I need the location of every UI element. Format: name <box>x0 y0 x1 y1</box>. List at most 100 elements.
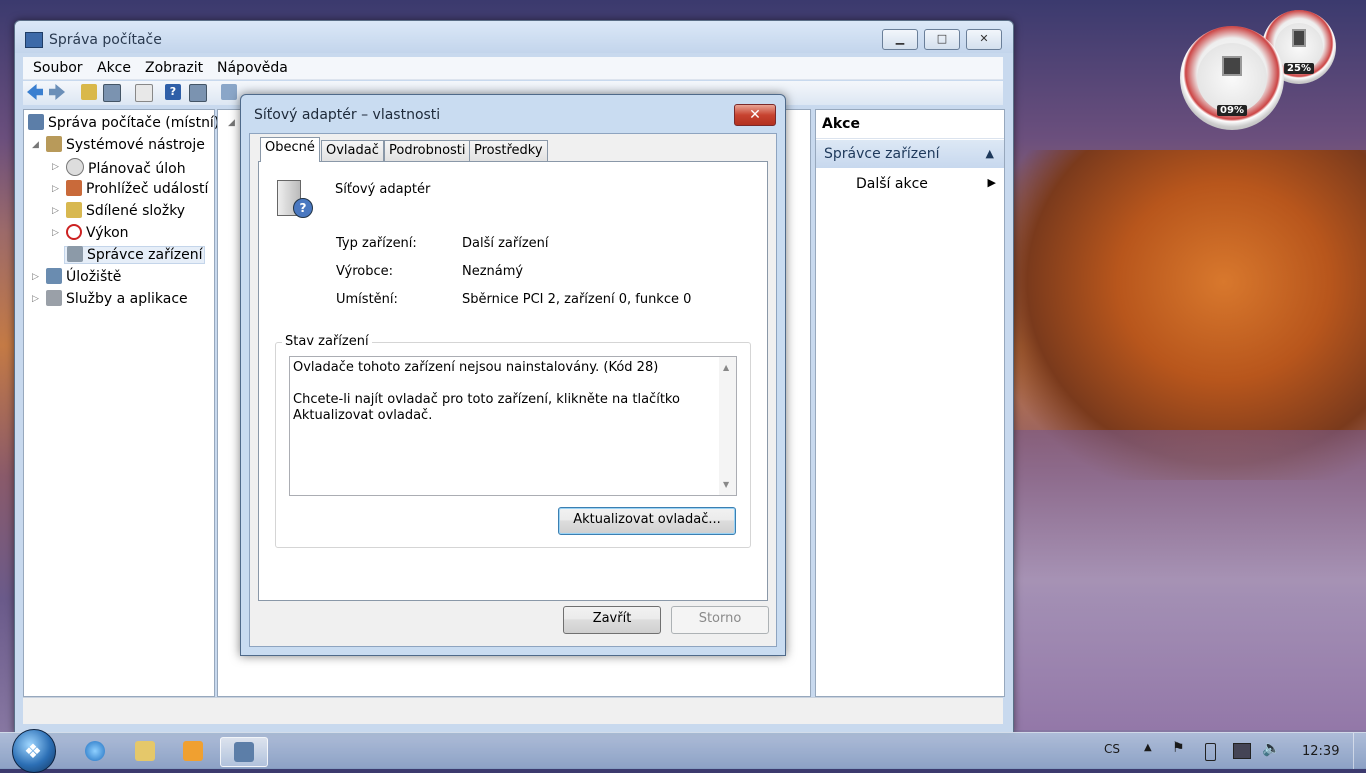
cpu-value: 09% <box>1217 105 1247 116</box>
tree-item-services[interactable]: Služby a aplikace <box>46 290 188 307</box>
actions-header: Akce <box>816 116 1004 139</box>
device-status-textbox[interactable]: Ovladače tohoto zařízení nejsou nainstal… <box>289 356 737 496</box>
more-actions-item[interactable]: Další akce <box>856 176 928 192</box>
tree-item-system-tools[interactable]: Systémové nástroje <box>46 136 205 153</box>
tree-label: Sdílené složky <box>86 203 186 219</box>
taskbar-explorer[interactable] <box>122 737 168 765</box>
tree-label: Výkon <box>86 225 129 241</box>
collapsed-arrow-icon[interactable]: ▷ <box>32 294 39 304</box>
expand-arrow-icon[interactable]: ◢ <box>32 140 39 150</box>
expand-arrow-icon[interactable]: ◢ <box>228 118 235 128</box>
device-manager-icon <box>67 246 83 262</box>
dialog-body: Obecné Ovladač Podrobnosti Prostředky ? … <box>249 133 777 647</box>
show-hide-action-pane-icon[interactable] <box>189 84 207 102</box>
menu-file[interactable]: Soubor <box>33 60 83 76</box>
internet-explorer-icon <box>85 741 105 761</box>
more-actions-label: Další akce <box>856 176 928 192</box>
navigation-tree: Správa počítače (místní) ◢ Systémové nás… <box>23 109 219 697</box>
clock[interactable]: 12:39 <box>1302 744 1339 759</box>
status-scrollbar[interactable]: ▲ ▼ <box>719 357 736 495</box>
memory-icon <box>1292 29 1306 48</box>
taskbar-media-player[interactable] <box>170 737 216 765</box>
location-value: Sběrnice PCI 2, zařízení 0, funkce 0 <box>462 292 692 307</box>
device-type-label: Typ zařízení: <box>336 236 417 251</box>
network-adapter-properties-dialog: Síťový adaptér – vlastnosti ✕ Obecné Ovl… <box>240 94 786 656</box>
window-title: Správa počítače <box>49 32 162 48</box>
collapsed-arrow-icon[interactable]: ▷ <box>52 184 59 194</box>
menu-bar: Soubor Akce Zobrazit Nápověda <box>23 57 1003 80</box>
menu-help[interactable]: Nápověda <box>217 60 288 76</box>
tab-resources[interactable]: Prostředky <box>469 140 548 161</box>
clock-icon <box>66 158 84 176</box>
tree-item-shared-folders[interactable]: Sdílené složky <box>66 202 185 219</box>
minimize-button[interactable]: ▁ <box>882 29 918 50</box>
collapsed-arrow-icon[interactable]: ▷ <box>32 272 39 282</box>
submenu-arrow-icon: ▶ <box>987 176 996 189</box>
maximize-button[interactable]: □ <box>924 29 960 50</box>
collapsed-arrow-icon[interactable]: ▷ <box>52 228 59 238</box>
device-status-text: Ovladače tohoto zařízení nejsou nainstal… <box>293 360 680 423</box>
action-center-flag-icon[interactable]: ⚑ <box>1172 740 1185 756</box>
actions-section-device-manager[interactable]: Správce zařízení ▲ <box>816 140 1004 168</box>
computer-management-icon <box>234 742 254 762</box>
battery-icon[interactable] <box>1205 743 1216 761</box>
status-bar <box>23 697 1003 724</box>
network-disconnected-icon[interactable] <box>1233 743 1251 759</box>
language-indicator[interactable]: CS <box>1104 742 1120 756</box>
show-hide-tree-icon[interactable] <box>103 84 121 102</box>
volume-icon[interactable]: 🔈 <box>1262 739 1281 757</box>
dialog-close-button[interactable]: ✕ <box>734 104 776 126</box>
tree-label: Správce zařízení <box>87 247 203 263</box>
taskbar-internet-explorer[interactable] <box>72 737 118 765</box>
tree-item-task-scheduler[interactable]: Plánovač úloh <box>66 158 186 177</box>
scan-hardware-icon[interactable] <box>221 84 237 100</box>
collapsed-arrow-icon[interactable]: ▷ <box>52 206 59 216</box>
tree-item-performance[interactable]: Výkon <box>66 224 129 241</box>
tree-label: Prohlížeč událostí <box>86 181 209 197</box>
dialog-title: Síťový adaptér – vlastnosti <box>254 107 441 123</box>
tab-general[interactable]: Obecné <box>260 137 320 162</box>
title-bar[interactable]: Správa počítače ▁ □ ✕ <box>15 21 1013 53</box>
cancel-button[interactable]: Storno <box>671 606 769 634</box>
close-button[interactable]: ✕ <box>966 29 1002 50</box>
close-dialog-button[interactable]: Zavřít <box>563 606 661 634</box>
device-type-value: Další zařízení <box>462 236 549 251</box>
up-folder-icon[interactable] <box>81 84 97 100</box>
forward-icon[interactable] <box>49 84 65 100</box>
storage-icon <box>46 268 62 284</box>
actions-section-label: Správce zařízení <box>824 146 940 162</box>
shared-folder-icon <box>66 202 82 218</box>
menu-view[interactable]: Zobrazit <box>145 60 203 76</box>
menu-action[interactable]: Akce <box>97 60 131 76</box>
properties-icon[interactable] <box>135 84 153 102</box>
collapse-up-icon[interactable]: ▲ <box>986 140 994 168</box>
cpu-gauge-gadget[interactable]: 09% <box>1180 26 1284 130</box>
folder-icon <box>135 741 155 761</box>
tree-item-root[interactable]: Správa počítače (místní) <box>28 114 219 131</box>
back-icon[interactable] <box>27 84 43 100</box>
media-player-icon <box>183 741 203 761</box>
help-icon[interactable]: ? <box>165 84 181 100</box>
cpu-icon <box>1222 55 1242 76</box>
selected-highlight: Správce zařízení <box>64 246 206 264</box>
update-driver-button[interactable]: Aktualizovat ovladač... <box>558 507 736 535</box>
tree-item-device-manager[interactable]: Správce zařízení <box>64 246 206 264</box>
performance-icon <box>66 224 82 240</box>
tab-driver[interactable]: Ovladač <box>321 140 384 161</box>
tab-details[interactable]: Podrobnosti <box>384 140 471 161</box>
start-button[interactable]: ❖ <box>12 729 56 773</box>
scroll-up-icon[interactable]: ▲ <box>723 363 729 372</box>
tree-label: Úložiště <box>66 269 122 285</box>
tree-item-storage[interactable]: Úložiště <box>46 268 121 285</box>
device-status-group: Stav zařízení Ovladače tohoto zařízení n… <box>275 334 751 548</box>
taskbar-computer-management[interactable] <box>220 737 268 767</box>
manufacturer-value: Neznámý <box>462 264 524 279</box>
device-status-label: Stav zařízení <box>282 334 372 349</box>
general-tab-page: ? Síťový adaptér Typ zařízení: Další zař… <box>258 161 768 601</box>
scroll-down-icon[interactable]: ▼ <box>723 480 729 489</box>
show-desktop-button[interactable] <box>1353 733 1366 769</box>
tree-item-event-viewer[interactable]: Prohlížeč událostí <box>66 180 208 197</box>
collapsed-arrow-icon[interactable]: ▷ <box>52 162 59 172</box>
tools-icon <box>46 136 62 152</box>
show-hidden-icons-icon[interactable]: ▲ <box>1144 742 1152 753</box>
